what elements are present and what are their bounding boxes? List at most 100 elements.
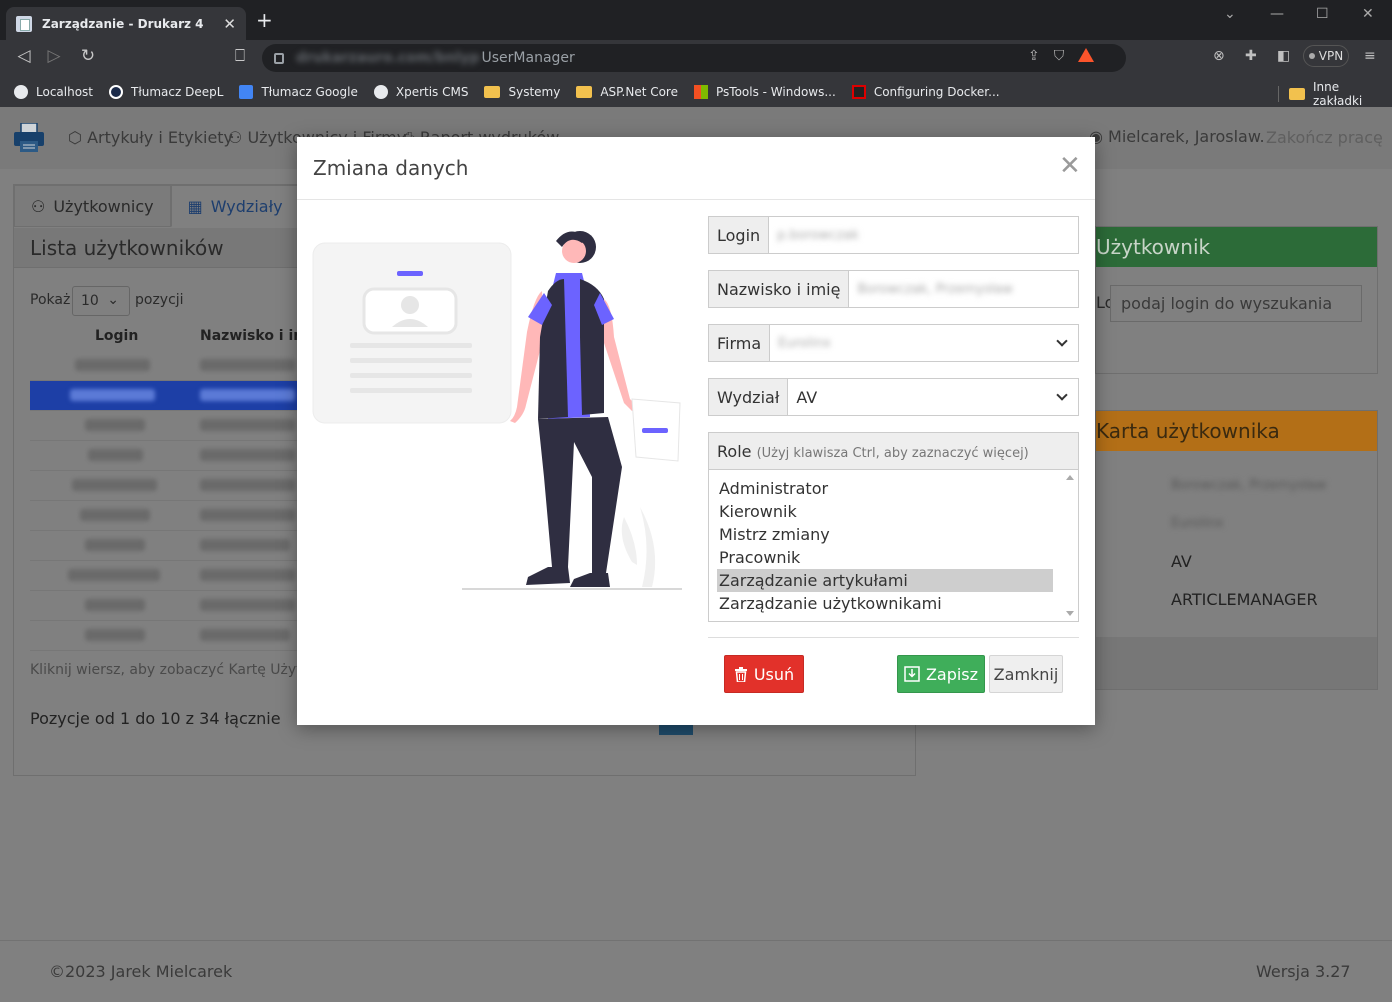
name-cell [200,359,295,371]
column-login[interactable]: Login [95,328,138,344]
sidebar-icon[interactable]: ◧ [1277,48,1290,64]
table-row[interactable] [30,531,300,561]
bookmark-google-translate[interactable]: Tłumacz Google [239,84,358,99]
table-row[interactable] [30,591,300,621]
tab-close-icon[interactable]: ✕ [223,15,236,33]
table-row[interactable] [30,561,300,591]
bookmark-docker[interactable]: Configuring Docker... [851,84,1000,99]
bookmark-systemy[interactable]: Systemy [484,85,560,99]
tab-users-label: Użytkownicy [53,196,154,216]
name-field: Nazwisko i imię Borowczak, Przemysław [708,270,1079,308]
url-path: UserManager [481,50,575,66]
name-label: Nazwisko i imię [709,271,850,307]
browser-tab[interactable]: Zarządzanie - Drukarz 4 ✕ [6,7,246,40]
brave-rewards-icon[interactable] [1078,48,1095,62]
address-bar[interactable]: drukarzauro.com/bnlyp UserManager [262,44,1126,72]
role-option-mistrz-zmiany[interactable]: Mistrz zmiany [717,523,1053,546]
role-option-pracownik[interactable]: Pracownik [717,546,1053,569]
company-value: Eurolinx [778,335,831,351]
edit-user-modal: Zmiana danych ✕ Login p.borowczak Nazwis… [297,137,1095,725]
table-row-selected[interactable] [30,381,300,411]
scroll-down-icon[interactable] [1066,611,1074,616]
tab-search-icon[interactable]: ⌄ [1224,6,1236,22]
cube-icon: ⬡ [68,128,88,147]
user-search-input[interactable]: podaj login do wyszukania [1110,285,1362,322]
reload-icon[interactable]: ↻ [76,46,100,66]
share-icon[interactable]: ⇪ [1028,48,1040,64]
vpn-label: VPN [1318,49,1344,63]
back-icon[interactable]: ◁ [12,46,36,66]
page-size-select[interactable]: 10 ⌄ [72,286,130,316]
name-cell [200,419,295,431]
delete-button[interactable]: Usuń [724,655,804,693]
save-button[interactable]: Zapisz [897,655,985,693]
login-label: Login [709,217,770,253]
bookmark-xpertis[interactable]: Xpertis CMS [373,84,468,99]
role-option-zarzadzanie-uzytkownikami[interactable]: Zarządzanie użytkownikami [717,592,1053,615]
bookmark-icon[interactable]: ⎕ [228,46,252,66]
table-row[interactable] [30,411,300,441]
vpn-button[interactable]: VPN [1303,45,1349,67]
table-row[interactable] [30,621,300,651]
minimize-icon[interactable]: — [1270,6,1284,22]
user-card-footer [1096,637,1377,689]
card-name-value: Borowczak, Przemysław [1171,478,1327,493]
tab-departments[interactable]: ▦ Wydziały [170,185,300,227]
bookmark-label: Systemy [508,84,561,99]
table-row[interactable] [30,441,300,471]
other-bookmarks[interactable]: Inne zakładki [1278,80,1392,108]
name-cell [200,569,295,581]
printer-logo-icon[interactable] [13,123,45,153]
forward-icon[interactable]: ▷ [42,46,66,66]
tab-users[interactable]: ⚇ Użytkownicy [14,185,171,227]
login-cell [68,569,160,581]
company-select[interactable]: Eurolinx [770,325,1046,361]
roles-label: Role [717,442,752,461]
department-label: Wydział [709,379,789,415]
bookmark-deepl[interactable]: Tłumacz DeepL [109,84,223,99]
name-cell [200,539,290,551]
table-row[interactable] [30,501,300,531]
brave-shield-icon[interactable]: ⛉ [1054,48,1065,64]
bookmark-pstools[interactable]: PsTools - Windows... [694,84,836,99]
bookmark-aspnet[interactable]: ASP.Net Core [576,85,678,99]
window-close-icon[interactable]: ✕ [1362,6,1374,22]
current-user[interactable]: ◉ Mielcarek, Jaroslaw. [1089,127,1265,146]
google-translate-icon [239,84,254,99]
login-field: Login p.borowczak [708,216,1079,254]
users-tabs: ⚇ Użytkownicy ▦ Wydziały [14,185,300,227]
trash-icon [734,666,747,682]
table-row[interactable] [30,351,300,381]
folder-icon [484,85,501,98]
company-dropdown-toggle[interactable] [1046,325,1078,361]
menu-icon[interactable]: ≡ [1364,48,1376,64]
nav-articles[interactable]: ⬡ Artykuły i Etykiety [68,128,233,147]
login-input[interactable]: p.borowczak [769,217,1078,253]
current-user-label: Mielcarek, Jaroslaw. [1108,127,1265,146]
privacy-extension-icon[interactable]: ⊗ [1213,48,1225,64]
role-option-kierownik[interactable]: Kierownik [717,500,1053,523]
scroll-up-icon[interactable] [1066,475,1074,480]
close-button[interactable]: Zamknij [989,655,1063,693]
bookmark-localhost[interactable]: Localhost [14,84,93,99]
save-label: Zapisz [925,664,979,684]
maximize-icon[interactable]: ☐ [1316,6,1329,22]
user-card-panel: Karta użytkownika [1095,410,1378,690]
logout-link[interactable]: Zakończ pracę [1266,128,1383,147]
new-tab-button[interactable]: + [256,10,273,30]
show-label: Pokaż [30,292,71,308]
copyright: ©2023 Jarek Mielcarek [49,962,233,981]
table-row[interactable] [30,471,300,501]
role-option-zarzadzanie-artykulami[interactable]: Zarządzanie artykułami [717,569,1053,592]
department-select[interactable]: AV [788,379,1046,415]
name-input[interactable]: Borowczak, Przemysław [849,271,1078,307]
role-option-administrator[interactable]: Administrator [717,477,1053,500]
roles-multiselect[interactable]: Administrator Kierownik Mistrz zmiany Pr… [708,470,1079,622]
footer-divider [0,940,1392,941]
modal-close-icon[interactable]: ✕ [1059,153,1081,179]
chevron-down-icon [1056,335,1068,347]
department-dropdown-toggle[interactable] [1046,379,1078,415]
extensions-icon[interactable]: ✚ [1245,48,1257,64]
chevron-down-icon: ⌄ [107,292,119,308]
users-icon: ⚇ [31,196,46,216]
